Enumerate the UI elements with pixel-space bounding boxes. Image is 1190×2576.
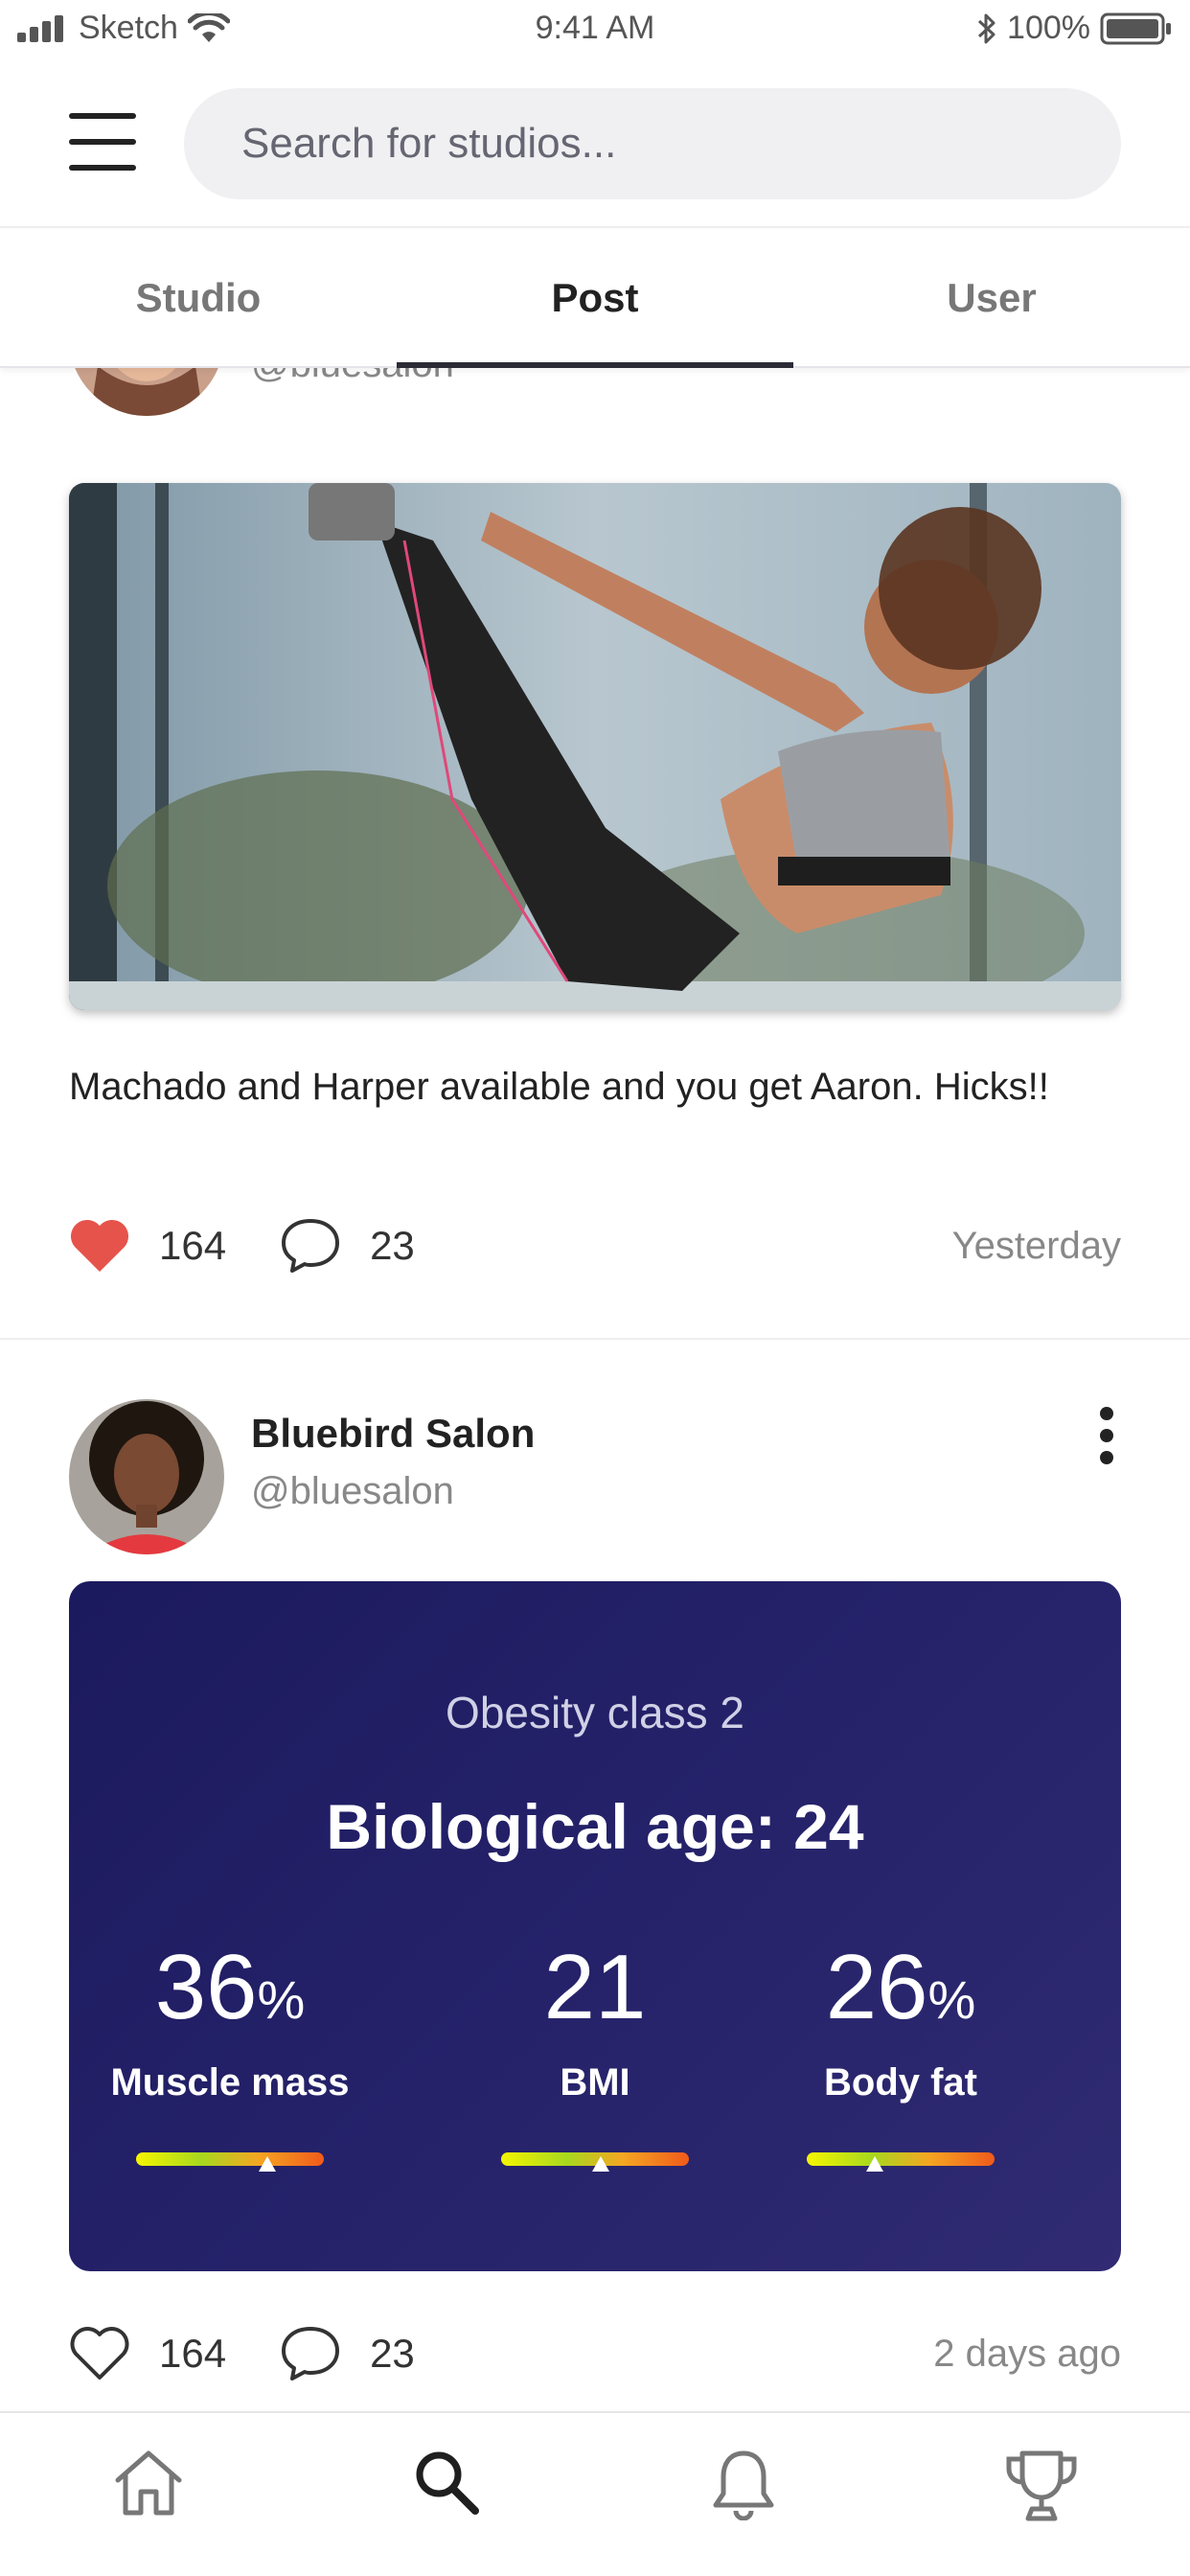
status-bar: Sketch 9:41 AM 100%	[0, 0, 1190, 59]
post-actions: 164 23 Yesterday	[69, 1208, 1121, 1284]
search-icon	[416, 2451, 479, 2515]
post-author[interactable]: Bluebird Salon	[251, 1411, 535, 1457]
metric-unit: %	[257, 1969, 306, 2030]
metric-value: 26	[825, 1936, 928, 2038]
like-count: 164	[159, 1223, 227, 1268]
like-count: 164	[159, 2331, 227, 2376]
menu-line	[69, 139, 136, 145]
body-stats-card[interactable]: Obesity class 2 Biological age: 24 36% M…	[69, 1581, 1121, 2271]
bottom-nav	[0, 2411, 1190, 2576]
workout-photo	[69, 483, 1121, 1010]
metric-gauge	[807, 2152, 995, 2172]
comment-count: 23	[370, 2331, 415, 2376]
metric-label: Body fat	[824, 2061, 977, 2104]
post-time: Yesterday	[951, 1224, 1121, 1267]
metric-value-row: 21	[442, 1940, 748, 2048]
bell-icon	[713, 2450, 774, 2520]
avatar[interactable]	[69, 368, 224, 416]
more-options-button[interactable]	[1092, 1407, 1121, 1464]
comment-count: 23	[370, 1223, 415, 1268]
battery-icon	[1100, 12, 1171, 44]
metric-gauge	[136, 2152, 324, 2172]
post-username[interactable]: @bluesalon	[251, 368, 454, 386]
tab-studio[interactable]: Studio	[0, 230, 397, 366]
avatar[interactable]	[69, 1399, 224, 1554]
search-input[interactable]	[241, 120, 1121, 168]
avatar-image	[69, 368, 224, 416]
metric-unit: %	[927, 1969, 976, 2030]
comment-button[interactable]: 23	[280, 2325, 415, 2382]
app-header	[0, 59, 1190, 228]
metric-value: 36	[154, 1936, 258, 2038]
metric-bmi: 21 BMI	[442, 1940, 748, 2172]
metric-label: BMI	[560, 2061, 630, 2104]
obesity-class-label: Obesity class 2	[446, 1688, 744, 1737]
gauge-marker	[259, 2156, 277, 2172]
gauge-marker	[591, 2156, 609, 2172]
like-button[interactable]: 164	[69, 1218, 226, 1274]
tab-user[interactable]: User	[793, 230, 1190, 366]
metric-label: Muscle mass	[110, 2061, 350, 2104]
nav-notifications[interactable]	[595, 2413, 893, 2576]
comment-icon	[282, 2327, 340, 2380]
metric-value: 21	[543, 1936, 647, 2038]
post-card: @bluesalon	[0, 368, 1190, 1340]
post-time: 2 days ago	[933, 2332, 1121, 2375]
menu-line	[69, 113, 136, 119]
menu-button[interactable]	[69, 113, 136, 174]
more-dot	[1100, 1407, 1113, 1420]
avatar-image	[69, 1399, 224, 1554]
heart-icon	[70, 1219, 129, 1272]
status-right: 100%	[976, 10, 1173, 47]
post-feed[interactable]: @bluesalon	[0, 368, 1190, 2411]
trophy-icon	[1006, 2450, 1077, 2521]
nav-home[interactable]	[0, 2413, 298, 2576]
metric-body-fat: 26% Body fat	[747, 1940, 1054, 2172]
post-username[interactable]: @bluesalon	[251, 1470, 454, 1513]
metric-value-row: 26%	[747, 1940, 1054, 2048]
home-icon	[115, 2450, 182, 2516]
metric-value-row: 36%	[77, 1940, 383, 2048]
metric-gauge	[501, 2152, 689, 2172]
post-card: Bluebird Salon @bluesalon Obesity class …	[0, 1340, 1190, 2411]
comment-button[interactable]: 23	[280, 1217, 415, 1275]
nav-search[interactable]	[298, 2413, 596, 2576]
post-photo[interactable]	[69, 483, 1121, 1010]
search-bar[interactable]	[184, 88, 1121, 199]
more-dot	[1100, 1451, 1113, 1464]
like-button[interactable]: 164	[69, 2326, 226, 2381]
nav-leaderboard[interactable]	[893, 2413, 1190, 2576]
heart-outline-icon	[70, 2327, 129, 2380]
comment-icon	[282, 1219, 340, 1273]
tab-post[interactable]: Post	[397, 230, 793, 368]
post-actions: 164 23 2 days ago	[69, 2315, 1121, 2392]
biological-age: Biological age: 24	[326, 1791, 864, 1862]
gauge-marker	[865, 2156, 883, 2172]
bluetooth-icon	[978, 13, 995, 43]
post-caption: Machado and Harper available and you get…	[69, 1066, 1049, 1108]
menu-line	[69, 165, 136, 171]
battery-percent: 100%	[1007, 10, 1090, 46]
metric-muscle-mass: 36% Muscle mass	[77, 1940, 383, 2172]
more-dot	[1100, 1429, 1113, 1442]
tab-bar: Studio Post User	[0, 230, 1190, 368]
